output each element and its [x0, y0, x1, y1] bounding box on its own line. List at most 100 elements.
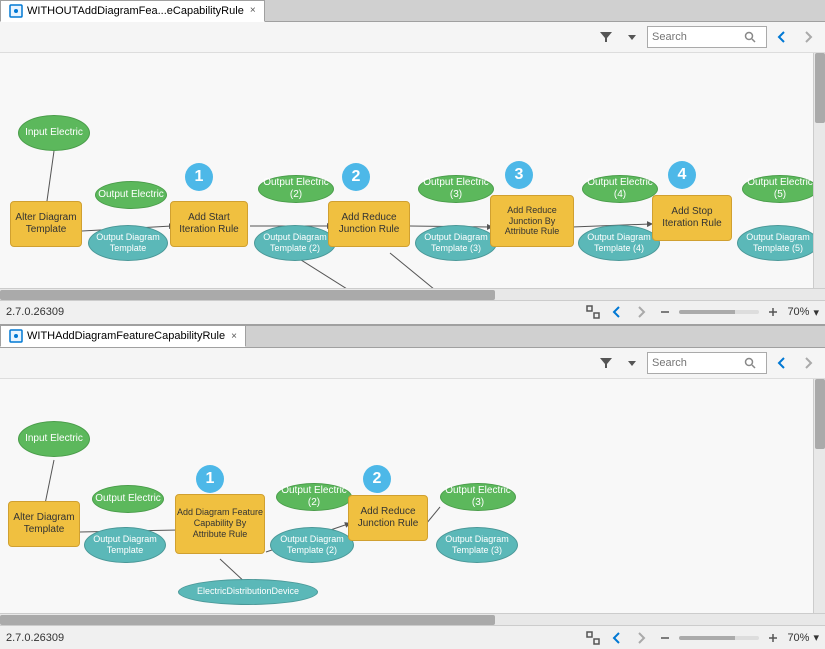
bottom-arrow-left-icon: [775, 356, 789, 370]
node-out-diagram-3[interactable]: Output Diagram Template (4): [578, 225, 660, 261]
bottom-node-out-diagram-2[interactable]: Output Diagram Template (3): [436, 527, 518, 563]
bottom-vertical-scrollbar[interactable]: [813, 379, 825, 614]
top-tab-close[interactable]: ×: [250, 5, 256, 16]
bottom-tab-close[interactable]: ×: [231, 331, 237, 342]
bottom-zoom-back-button[interactable]: [607, 629, 627, 647]
bottom-zoom-forward-icon: [634, 631, 648, 645]
top-diagram-canvas[interactable]: Input Electric Alter Diagram Template Ou…: [0, 53, 825, 288]
diagram-icon-bottom: [9, 329, 23, 343]
bottom-diagram-canvas[interactable]: Input Electric Alter Diagram Template Ou…: [0, 379, 825, 614]
bottom-horizontal-scrollbar[interactable]: [0, 613, 825, 625]
top-search-input[interactable]: [652, 31, 742, 43]
node-input-electric[interactable]: Input Electric: [18, 115, 90, 151]
bottom-node-out-electric-0[interactable]: Output Electric: [92, 485, 164, 513]
node-num-4: 4: [668, 161, 696, 189]
top-horizontal-scrollbar[interactable]: [0, 288, 825, 300]
bottom-nav-forward-button[interactable]: [797, 352, 819, 374]
bottom-node-add-reduce[interactable]: Add Reduce Junction Rule: [348, 495, 428, 541]
bottom-zoom-plus-button[interactable]: [763, 629, 783, 647]
bottom-node-elec-dist[interactable]: ElectricDistributionDevice: [178, 579, 318, 605]
bottom-zoom-back-icon: [610, 631, 624, 645]
top-status-bar: 2.7.0.26309: [0, 300, 825, 324]
arrow-left-icon: [775, 30, 789, 44]
bottom-hscroll-thumb[interactable]: [0, 615, 495, 625]
bottom-chevron-down-icon: [628, 359, 636, 367]
node-out-diagram-2[interactable]: Output Diagram Template (3): [415, 225, 497, 261]
bottom-nav-back-button[interactable]: [771, 352, 793, 374]
bottom-fit-view-icon: [585, 630, 601, 646]
node-out-electric-2[interactable]: Output Electric (3): [418, 175, 494, 203]
bottom-node-num-2: 2: [363, 465, 391, 493]
zoom-minus-button[interactable]: [655, 303, 675, 321]
fit-view-icon: [585, 304, 601, 320]
nav-forward-button[interactable]: [797, 26, 819, 48]
bottom-zoom-minus-icon: [659, 632, 671, 644]
bottom-node-add-diag-feat[interactable]: Add Diagram Feature Capability By Attrib…: [175, 494, 265, 554]
bottom-node-out-electric-1[interactable]: Output Electric (2): [276, 483, 352, 511]
top-status-right: 70% ▾: [583, 303, 819, 321]
node-add-reduce[interactable]: Add Reduce Junction Rule: [328, 201, 410, 247]
top-tab-label: WITHOUTAddDiagramFea...eCapabilityRule: [27, 5, 244, 17]
zoom-forward-button[interactable]: [631, 303, 651, 321]
zoom-dropdown-button[interactable]: ▾: [813, 306, 819, 319]
node-out-electric-4[interactable]: Output Electric (5): [742, 175, 818, 203]
bottom-search-box[interactable]: [647, 352, 767, 374]
bottom-toolbar: [0, 348, 825, 379]
top-tab[interactable]: WITHOUTAddDiagramFea...eCapabilityRule ×: [0, 0, 265, 22]
bottom-node-input-electric[interactable]: Input Electric: [18, 421, 90, 457]
node-out-diagram-1[interactable]: Output Diagram Template (2): [254, 225, 336, 261]
zoom-back-button[interactable]: [607, 303, 627, 321]
zoom-slider[interactable]: [679, 310, 759, 314]
node-out-electric-3[interactable]: Output Electric (4): [582, 175, 658, 203]
node-add-reduce-jba[interactable]: Add Reduce Junction By Attribute Rule: [490, 195, 574, 247]
node-out-diagram-0[interactable]: Output Diagram Template: [88, 225, 168, 261]
bottom-zoom-slider[interactable]: [679, 636, 759, 640]
top-tab-bar: WITHOUTAddDiagramFea...eCapabilityRule ×: [0, 0, 825, 22]
bottom-zoom-dropdown-button[interactable]: ▾: [813, 631, 819, 644]
top-vscroll-thumb[interactable]: [815, 53, 825, 123]
node-alter-diagram[interactable]: Alter Diagram Template: [10, 201, 82, 247]
search-icon: [744, 31, 756, 43]
top-version: 2.7.0.26309: [6, 306, 64, 318]
node-add-start[interactable]: Add Start Iteration Rule: [170, 201, 248, 247]
bottom-node-out-diagram-1[interactable]: Output Diagram Template (2): [270, 527, 354, 563]
arrow-right-icon: [801, 30, 815, 44]
bottom-filter-dropdown-button[interactable]: [621, 352, 643, 374]
bottom-zoom-minus-button[interactable]: [655, 629, 675, 647]
bottom-search-input[interactable]: [652, 357, 742, 369]
top-canvas-row: Input Electric Alter Diagram Template Ou…: [0, 53, 825, 288]
bottom-filter-button[interactable]: [595, 352, 617, 374]
node-add-stop[interactable]: Add Stop Iteration Rule: [652, 195, 732, 241]
top-vertical-scrollbar[interactable]: [813, 53, 825, 288]
node-out-electric-1[interactable]: Output Electric (2): [258, 175, 334, 203]
bottom-zoom-forward-button[interactable]: [631, 629, 651, 647]
bottom-tab[interactable]: WITHAddDiagramFeatureCapabilityRule ×: [0, 325, 246, 347]
node-num-3: 3: [505, 161, 533, 189]
node-out-diagram-4[interactable]: Output Diagram Template (5): [737, 225, 819, 261]
filter-dropdown-button[interactable]: [621, 26, 643, 48]
bottom-node-num-1: 1: [196, 465, 224, 493]
zoom-plus-button[interactable]: [763, 303, 783, 321]
zoom-forward-icon: [634, 305, 648, 319]
node-out-electric-0[interactable]: Output Electric: [95, 181, 167, 209]
bottom-node-out-electric-2[interactable]: Output Electric (3): [440, 483, 516, 511]
top-toolbar: [0, 22, 825, 53]
filter-button[interactable]: [595, 26, 617, 48]
nav-back-button[interactable]: [771, 26, 793, 48]
bottom-node-out-diagram-0[interactable]: Output Diagram Template: [84, 527, 166, 563]
fit-view-button[interactable]: [583, 303, 603, 321]
bottom-status-bar: 2.7.0.26309: [0, 625, 825, 649]
node-num-1: 1: [185, 163, 213, 191]
chevron-down-icon: [628, 33, 636, 41]
top-search-box[interactable]: [647, 26, 767, 48]
bottom-tab-label: WITHAddDiagramFeatureCapabilityRule: [27, 330, 225, 342]
top-hscroll-thumb[interactable]: [0, 290, 495, 300]
bottom-node-alter-diagram[interactable]: Alter Diagram Template: [8, 501, 80, 547]
bottom-vscroll-thumb[interactable]: [815, 379, 825, 449]
zoom-back-icon: [610, 305, 624, 319]
zoom-minus-icon: [659, 306, 671, 318]
bottom-search-icon: [744, 357, 756, 369]
bottom-status-right: 70% ▾: [583, 629, 819, 647]
bottom-fit-view-button[interactable]: [583, 629, 603, 647]
bottom-zoom-plus-icon: [767, 632, 779, 644]
